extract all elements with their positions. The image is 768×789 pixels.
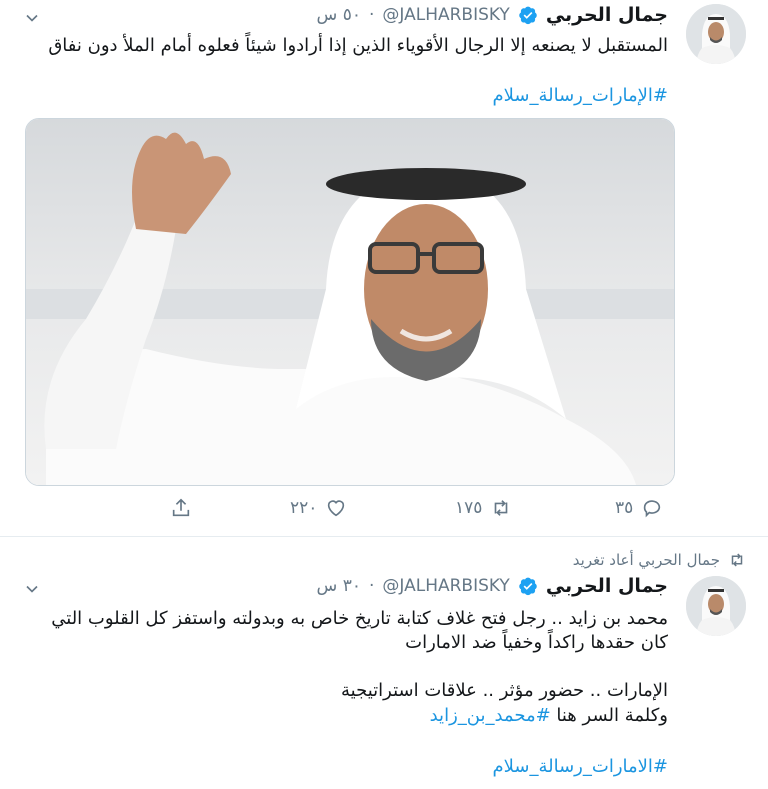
retweet-icon [731, 553, 743, 567]
hashtag-link[interactable]: #الإمارات_رسالة_سلام [22, 84, 668, 108]
tweet-header: جمال الحربي @JALHARBISKY · ٣٠ س [317, 575, 668, 597]
retweet-icon [495, 500, 508, 516]
reply-count: ٣٥ [615, 498, 634, 518]
verified-badge-icon [519, 577, 537, 596]
avatar[interactable] [686, 576, 746, 636]
tweet-text: المستقبل لا يصنعه إلا الرجال الأقوياء ال… [48, 35, 668, 56]
timestamp[interactable]: ٥٠ س [317, 5, 361, 25]
retweet-context-label[interactable]: جمال الحربي أعاد تغريد [573, 551, 720, 569]
verified-badge-icon [519, 6, 537, 25]
text-fragment: وكلمة السر هنا [550, 705, 668, 726]
heart-icon [328, 500, 345, 517]
hashtag-link[interactable]: #الامارات_رسالة_سلام [22, 755, 668, 779]
retweet-button[interactable]: ١٧٥ [455, 497, 512, 519]
tweet-text-line: كان حقدها راكداً وخفياً ضد الامارات [405, 632, 668, 653]
chevron-down-icon[interactable] [22, 8, 42, 28]
like-button[interactable]: ٢٢٠ [290, 497, 347, 519]
timestamp[interactable]: ٣٠ س [317, 576, 361, 596]
share-button[interactable] [170, 497, 192, 519]
user-handle[interactable]: @JALHARBISKY [382, 5, 509, 25]
hashtag-link[interactable]: #محمد_بن_زايد [430, 705, 551, 726]
tweet-actions: ٢٢٠ ١٧٥ ٣٥ [170, 497, 670, 523]
tweet-text-line: وكلمة السر هنا #محمد_بن_زايد [22, 704, 668, 728]
retweet-count: ١٧٥ [455, 498, 483, 518]
tweet-header: جمال الحربي @JALHARBISKY · ٥٠ س [317, 4, 668, 26]
share-icon [172, 498, 190, 517]
display-name[interactable]: جمال الحربي [546, 4, 668, 26]
display-name[interactable]: جمال الحربي [546, 575, 668, 597]
tweet-text-line: الإمارات .. حضور مؤثر .. علاقات استراتيج… [341, 680, 668, 701]
reply-button[interactable]: ٣٥ [615, 497, 663, 519]
user-handle[interactable]: @JALHARBISKY [382, 576, 509, 596]
separator-dot: · [368, 576, 375, 596]
chevron-down-icon[interactable] [22, 579, 42, 599]
like-count: ٢٢٠ [290, 498, 318, 518]
tweet-1[interactable]: جمال الحربي @JALHARBISKY · ٥٠ س المستقبل… [0, 0, 768, 537]
avatar[interactable] [686, 4, 746, 64]
separator-dot: · [368, 5, 375, 25]
tweet-2[interactable]: جمال الحربي أعاد تغريد جمال الحربي @JALH… [0, 537, 768, 789]
reply-icon [644, 500, 661, 518]
retweet-context: جمال الحربي أعاد تغريد [573, 551, 746, 569]
tweet-text-line: محمد بن زايد .. رجل فتح غلاف كتابة تاريخ… [51, 608, 668, 629]
tweet-photo[interactable] [25, 118, 675, 486]
